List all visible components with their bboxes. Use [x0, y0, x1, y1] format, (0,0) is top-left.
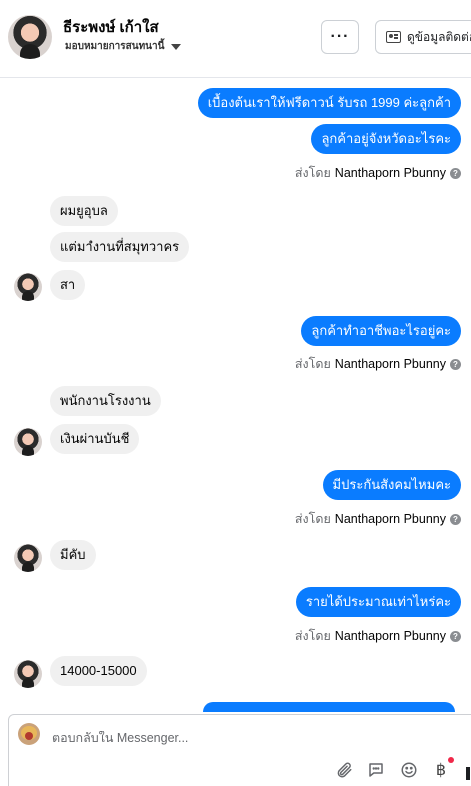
help-icon[interactable]: ?	[450, 630, 461, 642]
sender-avatar[interactable]	[14, 273, 42, 301]
assign-label: มอบหมายการสนทนานี้	[65, 41, 165, 52]
scrollbar-handle[interactable]	[466, 767, 470, 780]
sender-name: Nanthaporn Pbunny	[334, 357, 446, 371]
sent-by-prefix: ส่งโดย	[294, 357, 331, 371]
sender-name: Nanthaporn Pbunny	[334, 629, 446, 643]
incoming-message: แต่มาํงานที่สมุทวาคร	[50, 232, 190, 262]
saved-replies-icon[interactable]	[364, 758, 388, 782]
assign-conversation-dropdown[interactable]: มอบหมายการสนทนานี้	[65, 39, 182, 54]
smiley-icon[interactable]	[397, 758, 421, 782]
incoming-message: พนักงานโรงงาน	[50, 386, 161, 416]
sender-name: Nanthaporn Pbunny	[334, 512, 446, 526]
incoming-message: สา	[50, 270, 86, 300]
incoming-message: เงินผ่านบันชี	[50, 424, 140, 454]
outgoing-message: เบื้องต้นเราให้ฟรีดาวน์ รับรถ 1999 ค่ะลู…	[197, 88, 461, 118]
sent-by-label: ส่งโดย Nanthaporn Pbunny ?	[295, 163, 461, 183]
caret-down-icon	[171, 43, 182, 50]
incoming-message: 14000-15000	[50, 656, 147, 686]
contact-name[interactable]: ธีระพงษ์ เก้าใส	[63, 15, 159, 39]
help-icon[interactable]: ?	[450, 358, 461, 370]
paperclip-icon[interactable]	[332, 758, 356, 782]
more-options-button[interactable]: ···	[321, 20, 359, 54]
sent-by-label: ส่งโดย Nanthaporn Pbunny ?	[295, 626, 461, 646]
reply-input[interactable]	[52, 731, 432, 745]
contact-card-icon	[386, 31, 401, 43]
view-contact-info-button[interactable]: ดูข้อมูลติดต่อ	[375, 20, 471, 54]
incoming-message: มีคับ	[50, 540, 96, 570]
outgoing-message: มีประกันสังคมไหมคะ	[322, 470, 461, 500]
contact-avatar[interactable]	[8, 15, 52, 59]
sent-by-prefix: ส่งโดย	[294, 512, 331, 526]
notification-dot	[448, 757, 454, 763]
sender-name: Nanthaporn Pbunny	[334, 166, 446, 180]
help-icon[interactable]: ?	[450, 167, 461, 179]
incoming-message: ผมยูอุบล	[50, 196, 118, 226]
help-icon[interactable]: ?	[450, 513, 461, 525]
outgoing-message: รายได้ประมาณเท่าไหร่คะ	[295, 587, 461, 617]
outgoing-message-partial	[203, 702, 455, 712]
sent-by-label: ส่งโดย Nanthaporn Pbunny ?	[295, 354, 461, 374]
page-avatar	[18, 723, 40, 745]
sent-by-prefix: ส่งโดย	[294, 166, 331, 180]
sent-by-label: ส่งโดย Nanthaporn Pbunny ?	[295, 509, 461, 529]
sender-avatar[interactable]	[14, 544, 42, 572]
conversation-header: ธีระพงษ์ เก้าใส มอบหมายการสนทนานี้ ··· ด…	[0, 0, 471, 78]
view-contact-info-label: ดูข้อมูลติดต่อ	[407, 29, 471, 44]
sender-avatar[interactable]	[14, 660, 42, 688]
sender-avatar[interactable]	[14, 428, 42, 456]
sent-by-prefix: ส่งโดย	[294, 629, 331, 643]
reply-composer: ฿	[8, 714, 471, 786]
outgoing-message: ลูกค้าอยู่จังหวัดอะไรคะ	[311, 124, 461, 154]
outgoing-message: ลูกค้าทำอาชีพอะไรอยู่คะ	[301, 316, 461, 346]
